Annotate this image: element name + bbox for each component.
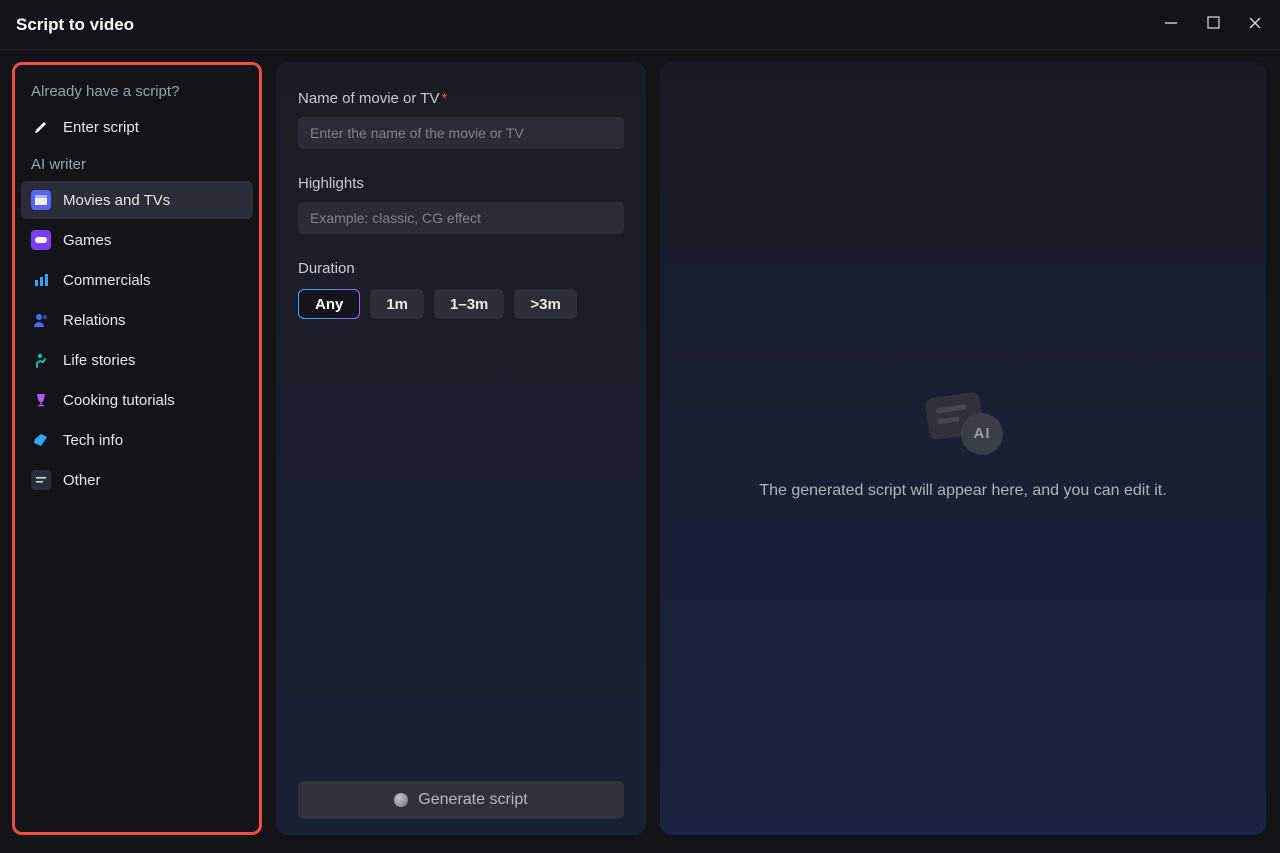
sidebar-item-label: Cooking tutorials (63, 392, 175, 409)
form-panel: Name of movie or TV* Highlights Duration… (276, 62, 646, 835)
highlights-label: Highlights (298, 175, 624, 192)
duration-options: Any 1m 1–3m >3m (298, 289, 624, 319)
maximize-icon (1207, 16, 1220, 29)
sidebar-item-label: Relations (63, 312, 126, 329)
sidebar-item-tech[interactable]: Tech info (21, 421, 253, 459)
field-name: Name of movie or TV* (298, 90, 624, 149)
sidebar-item-relations[interactable]: Relations (21, 301, 253, 339)
app-window: Script to video Already have a script? E… (0, 0, 1280, 853)
ai-badge: AI (961, 413, 1003, 455)
name-label: Name of movie or TV* (298, 90, 624, 107)
person-wave-icon (31, 350, 51, 370)
maximize-button[interactable] (1204, 16, 1222, 33)
sphere-icon (394, 793, 408, 807)
sidebar-item-label: Commercials (63, 272, 151, 289)
sidebar: Already have a script? Enter script AI w… (12, 62, 262, 835)
people-icon (31, 310, 51, 330)
sidebar-item-enter-script[interactable]: Enter script (21, 108, 253, 146)
sidebar-section-ai-writer: AI writer (21, 148, 253, 179)
field-duration: Duration Any 1m 1–3m >3m (298, 260, 624, 319)
sidebar-item-label: Other (63, 472, 101, 489)
titlebar: Script to video (0, 0, 1280, 50)
sidebar-item-games[interactable]: Games (21, 221, 253, 259)
duration-1-3m-button[interactable]: 1–3m (434, 289, 504, 319)
highlights-input[interactable] (298, 202, 624, 234)
sidebar-item-label: Enter script (63, 119, 139, 136)
required-asterisk: * (441, 90, 447, 107)
sidebar-item-label: Tech info (63, 432, 123, 449)
sidebar-item-cooking[interactable]: Cooking tutorials (21, 381, 253, 419)
sidebar-item-label: Life stories (63, 352, 136, 369)
ai-placeholder-icon: AI (923, 395, 1003, 455)
chart-icon (31, 270, 51, 290)
duration-3m-button[interactable]: >3m (514, 289, 576, 319)
close-icon (1248, 16, 1262, 30)
output-panel: AI The generated script will appear here… (660, 62, 1266, 835)
clapper-icon (31, 190, 51, 210)
minimize-button[interactable] (1162, 16, 1180, 34)
output-placeholder-text: The generated script will appear here, a… (759, 479, 1166, 502)
close-button[interactable] (1246, 16, 1264, 34)
field-highlights: Highlights (298, 175, 624, 234)
pencil-icon (31, 117, 51, 137)
sidebar-item-movies[interactable]: Movies and TVs (21, 181, 253, 219)
lines-icon (31, 470, 51, 490)
name-input[interactable] (298, 117, 624, 149)
duration-label: Duration (298, 260, 624, 277)
window-controls (1162, 16, 1264, 34)
generate-script-button[interactable]: Generate script (298, 781, 624, 819)
minimize-icon (1164, 16, 1178, 30)
sidebar-item-label: Movies and TVs (63, 192, 170, 209)
sidebar-item-label: Games (63, 232, 111, 249)
sidebar-item-commercials[interactable]: Commercials (21, 261, 253, 299)
sidebar-item-other[interactable]: Other (21, 461, 253, 499)
duration-1m-button[interactable]: 1m (370, 289, 424, 319)
window-title: Script to video (16, 15, 134, 35)
sidebar-section-have-script: Already have a script? (21, 75, 253, 106)
duration-any-button[interactable]: Any (298, 289, 360, 319)
gamepad-icon (31, 230, 51, 250)
wineglass-icon (31, 390, 51, 410)
tag-icon (31, 430, 51, 450)
sidebar-item-life-stories[interactable]: Life stories (21, 341, 253, 379)
generate-label: Generate script (418, 791, 527, 809)
content-body: Already have a script? Enter script AI w… (0, 50, 1280, 853)
